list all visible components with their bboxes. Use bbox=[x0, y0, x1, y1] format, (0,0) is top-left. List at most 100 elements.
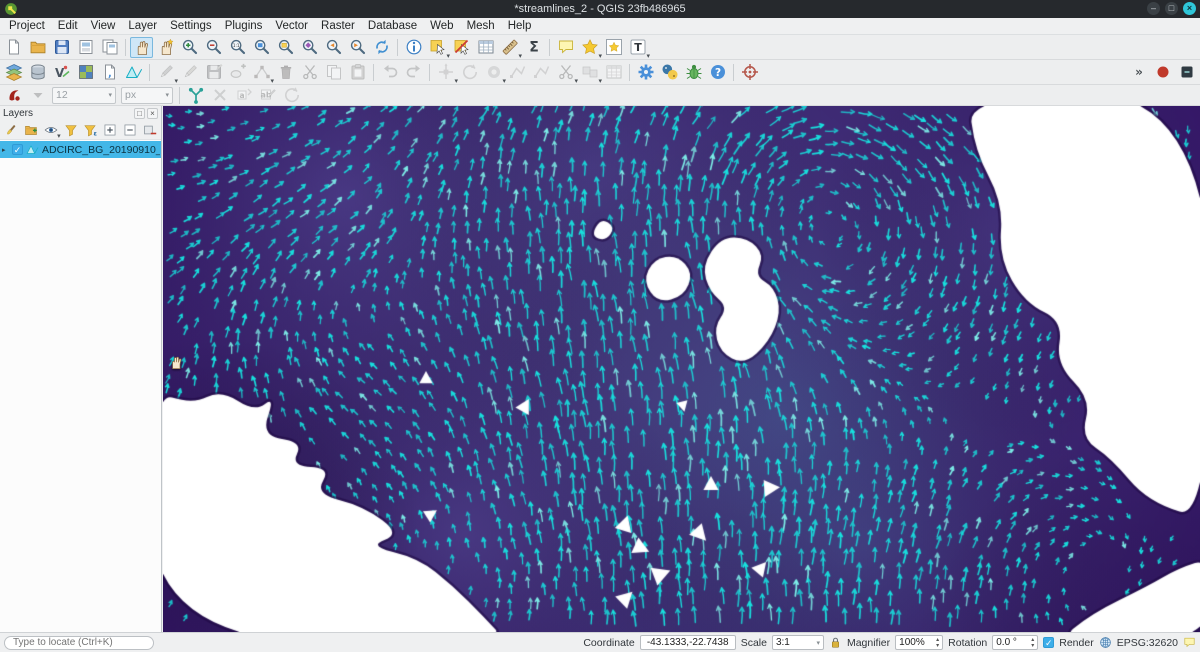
rotate-feature-button bbox=[458, 62, 481, 83]
add-group-button[interactable] bbox=[22, 121, 40, 138]
scale-lock-icon[interactable] bbox=[829, 636, 842, 649]
zoom-full-button[interactable] bbox=[250, 37, 273, 58]
add-mesh-layer-button[interactable] bbox=[122, 62, 145, 83]
expander-icon[interactable]: ▸ bbox=[2, 146, 9, 154]
zoom-out-button[interactable] bbox=[202, 37, 225, 58]
close-button[interactable]: × bbox=[1183, 2, 1196, 15]
delete-selected-button bbox=[274, 62, 297, 83]
layer-labeling-options-button[interactable] bbox=[2, 85, 25, 106]
map-canvas[interactable] bbox=[163, 106, 1200, 632]
paste-features-button bbox=[346, 62, 369, 83]
dropdown-caret-icon: ▾ bbox=[646, 53, 650, 60]
statistical-summary-button[interactable]: Σ bbox=[522, 37, 545, 58]
dropdown-caret-icon: ▾ bbox=[57, 133, 61, 140]
filter-legend-button[interactable] bbox=[62, 121, 80, 138]
filter-by-expression-button[interactable]: ε bbox=[82, 121, 100, 138]
window-controls: – □ × bbox=[1147, 2, 1196, 15]
toolbar-overflow-button[interactable]: » bbox=[1127, 62, 1150, 83]
menu-raster[interactable]: Raster bbox=[315, 19, 361, 33]
menu-mesh[interactable]: Mesh bbox=[461, 19, 501, 33]
plugin-button-dark-button[interactable] bbox=[1175, 62, 1198, 83]
menu-project[interactable]: Project bbox=[3, 19, 51, 33]
label-style-dropdown-button bbox=[26, 85, 49, 106]
remove-layer-button[interactable] bbox=[141, 121, 159, 138]
text-annotation-button[interactable]: T▾ bbox=[626, 37, 649, 58]
menu-database[interactable]: Database bbox=[362, 19, 423, 33]
menu-edit[interactable]: Edit bbox=[52, 19, 84, 33]
db-manager-button[interactable] bbox=[26, 62, 49, 83]
minimize-button[interactable]: – bbox=[1147, 2, 1160, 15]
refresh-map-button[interactable] bbox=[370, 37, 393, 58]
open-layer-styling-button[interactable] bbox=[2, 121, 20, 138]
map-tips-button[interactable] bbox=[554, 37, 577, 58]
render-checkbox[interactable]: ✓ bbox=[1043, 637, 1054, 648]
new-print-layout-button[interactable] bbox=[74, 37, 97, 58]
maximize-button[interactable]: □ bbox=[1165, 2, 1178, 15]
panel-float-button[interactable]: □ bbox=[134, 108, 145, 119]
scale-caret-icon: ▾ bbox=[816, 639, 820, 647]
save-project-button[interactable] bbox=[50, 37, 73, 58]
zoom-last-button[interactable] bbox=[322, 37, 345, 58]
spin-down-icon[interactable]: ▾ bbox=[936, 643, 939, 649]
new-spatial-bookmark-button[interactable]: ▾ bbox=[578, 37, 601, 58]
scale-combo[interactable]: 3:1 ▾ bbox=[772, 635, 824, 650]
add-vector-layer-button[interactable]: V bbox=[50, 62, 73, 83]
message-log-button[interactable] bbox=[1183, 636, 1196, 649]
font-units-combo: px ▾ bbox=[121, 87, 173, 104]
locate-input[interactable] bbox=[4, 636, 154, 650]
new-project-button[interactable] bbox=[2, 37, 25, 58]
plugin-manager-button[interactable] bbox=[682, 62, 705, 83]
layers-panel-header: Layers □ × bbox=[0, 106, 161, 120]
help-contents-button[interactable]: ? bbox=[706, 62, 729, 83]
processing-toolbox-button[interactable] bbox=[634, 62, 657, 83]
pan-map-button[interactable] bbox=[130, 37, 153, 58]
magnifier-label: Magnifier bbox=[847, 637, 890, 649]
menu-settings[interactable]: Settings bbox=[164, 19, 218, 33]
zoom-native-button[interactable]: 1:1 bbox=[226, 37, 249, 58]
spin-down-icon[interactable]: ▾ bbox=[1031, 643, 1034, 649]
modify-attributes-button bbox=[602, 62, 625, 83]
georeferencer-button[interactable] bbox=[738, 62, 761, 83]
zoom-next-button[interactable] bbox=[346, 37, 369, 58]
rotation-spinbox[interactable]: 0.0 ° ▴ ▾ bbox=[992, 635, 1038, 650]
expand-all-button[interactable] bbox=[101, 121, 119, 138]
select-features-button[interactable]: ▾ bbox=[426, 37, 449, 58]
menu-view[interactable]: View bbox=[85, 19, 122, 33]
layers-panel-toolbar: ▾ε bbox=[0, 120, 161, 139]
coordinate-input[interactable]: -43.1333,-22.7438 bbox=[640, 635, 736, 650]
crs-status[interactable]: EPSG:32620 bbox=[1117, 637, 1178, 649]
show-layout-manager-button[interactable] bbox=[98, 37, 121, 58]
panel-close-button[interactable]: × bbox=[147, 108, 158, 119]
measure-button[interactable]: ▾ bbox=[498, 37, 521, 58]
redo-button bbox=[402, 62, 425, 83]
menu-layer[interactable]: Layer bbox=[122, 19, 163, 33]
diagram-options-button[interactable] bbox=[184, 85, 207, 106]
zoom-in-button[interactable] bbox=[178, 37, 201, 58]
plugin-button-red-button[interactable] bbox=[1151, 62, 1174, 83]
python-console-button[interactable] bbox=[658, 62, 681, 83]
layer-visibility-checkbox[interactable]: ✓ bbox=[12, 144, 23, 155]
scale-label: Scale bbox=[741, 637, 767, 649]
add-raster-layer-button[interactable] bbox=[74, 62, 97, 83]
menu-web[interactable]: Web bbox=[424, 19, 459, 33]
show-spatial-bookmarks-button[interactable] bbox=[602, 37, 625, 58]
identify-features-button[interactable] bbox=[402, 37, 425, 58]
magnifier-spinbox[interactable]: 100% ▴ ▾ bbox=[895, 635, 943, 650]
open-data-source-manager-button[interactable] bbox=[2, 62, 25, 83]
add-delimited-text-layer-button[interactable]: , bbox=[98, 62, 121, 83]
menu-vector[interactable]: Vector bbox=[269, 19, 314, 33]
collapse-all-button[interactable] bbox=[121, 121, 139, 138]
offset-curve-button bbox=[530, 62, 553, 83]
open-attribute-table-button[interactable] bbox=[474, 37, 497, 58]
menu-help[interactable]: Help bbox=[502, 19, 538, 33]
svg-text:»: » bbox=[1135, 65, 1143, 79]
menu-plugins[interactable]: Plugins bbox=[219, 19, 269, 33]
font-units-value: px bbox=[125, 89, 136, 101]
open-project-button[interactable] bbox=[26, 37, 49, 58]
manage-map-themes-button[interactable]: ▾ bbox=[42, 121, 60, 138]
deselect-features-button[interactable] bbox=[450, 37, 473, 58]
zoom-to-selection-button[interactable] bbox=[274, 37, 297, 58]
pan-to-selection-button[interactable] bbox=[154, 37, 177, 58]
layer-item[interactable]: ▸ ✓ ADCIRC_BG_20190910_1t bbox=[0, 141, 161, 158]
zoom-to-layer-button[interactable] bbox=[298, 37, 321, 58]
